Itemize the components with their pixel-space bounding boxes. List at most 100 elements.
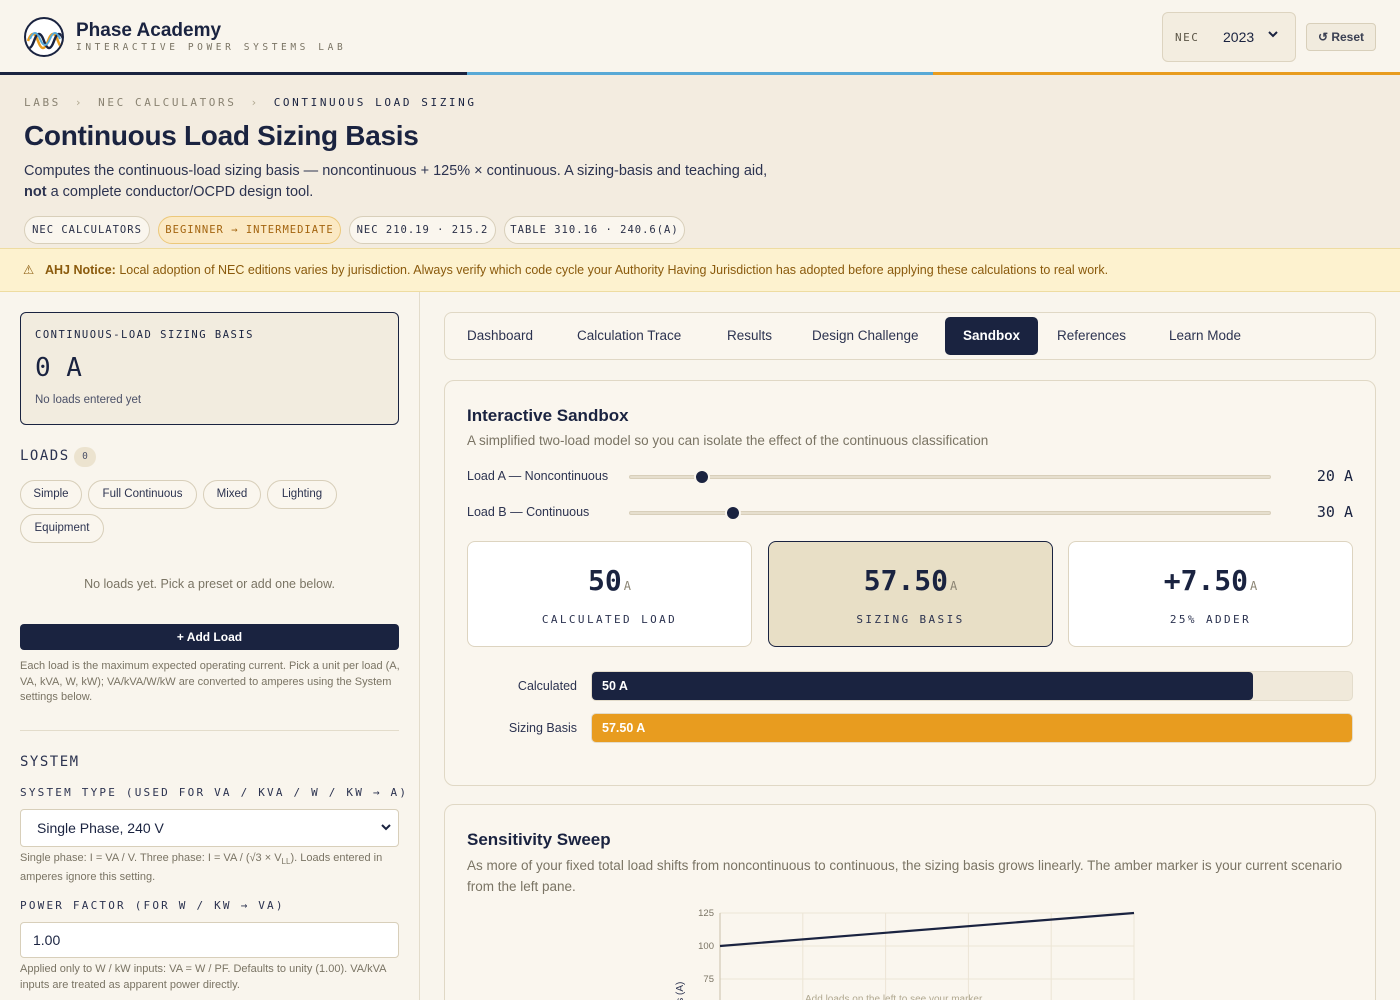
- bar-sizing-basis-track: 57.50 A: [591, 713, 1353, 743]
- nec-edition-select[interactable]: NEC 2023: [1162, 12, 1296, 62]
- stat-adder-value: +7.50 A: [1069, 564, 1352, 597]
- tag-nec-calculators: NEC CALCULATORS: [24, 216, 150, 244]
- sizing-basis-card-value: 0 A: [35, 353, 82, 383]
- bar-calculated-fill: 50 A: [592, 672, 1253, 700]
- load-a-label: Load A — Noncontinuous: [467, 469, 609, 483]
- power-factor-label: POWER FACTOR (FOR W / KW → VA): [20, 899, 285, 912]
- tab-bar: Dashboard Calculation Trace Results Desi…: [444, 312, 1376, 360]
- preset-simple-button[interactable]: Simple: [20, 480, 82, 509]
- load-b-label: Load B — Continuous: [467, 505, 590, 519]
- tab-references[interactable]: References: [1039, 317, 1144, 355]
- power-factor-help: Applied only to W / kW inputs: VA = W / …: [20, 963, 386, 991]
- page-description-part1: Computes the continuous-load sizing basi…: [24, 163, 768, 179]
- chart-y-axis-label: is (A): [675, 982, 686, 1000]
- system-type-help-a: Single phase: I = VA / V. Three phase: I…: [20, 852, 282, 864]
- page-hero: LABS › NEC CALCULATORS › CONTINUOUS LOAD SIZ…: [0, 75, 1400, 248]
- ahj-notice-label: AHJ Notice:: [45, 263, 116, 277]
- power-factor-input[interactable]: 1.00: [20, 922, 399, 958]
- ahj-notice-banner: ⚠ AHJ Notice: Local adoption of NEC edit…: [0, 248, 1400, 292]
- breadcrumb-current: CONTINUOUS LOAD SIZING: [273, 96, 477, 109]
- chart-series-line: [719, 911, 1135, 948]
- nec-edition-value: 2023: [1223, 29, 1255, 45]
- chart-y-tick-label: 75: [703, 974, 714, 985]
- sizing-basis-card-label: CONTINUOUS-LOAD SIZING BASIS: [35, 329, 255, 341]
- section-divider: [20, 730, 399, 731]
- breadcrumb-labs[interactable]: LABS: [24, 96, 61, 109]
- brand-name: Phase Academy: [76, 20, 222, 41]
- load-a-slider[interactable]: [629, 469, 1271, 485]
- add-load-button[interactable]: + Add Load: [20, 624, 399, 650]
- tab-dashboard[interactable]: Dashboard: [449, 317, 551, 355]
- preset-lighting-button[interactable]: Lighting: [267, 480, 337, 509]
- stat-calculated-load-caption: CALCULATED LOAD: [541, 613, 678, 626]
- left-pane: CONTINUOUS-LOAD SIZING BASIS 0 A No load…: [0, 292, 420, 1000]
- sensitivity-sweep-chart: 75 100 125 is (A) Add loads on the left to s…: [675, 908, 1135, 1000]
- stat-sizing-basis-value: 57.50 A: [769, 564, 1052, 597]
- bar-calculated-label: Calculated: [517, 679, 577, 693]
- warning-icon: ⚠: [23, 263, 35, 277]
- preset-mixed-button[interactable]: Mixed: [203, 480, 261, 509]
- stat-sizing-basis-caption: SIZING BASIS: [856, 613, 965, 626]
- stat-calculated-load-value: 50 A: [468, 564, 751, 597]
- sensitivity-sweep-panel: Sensitivity Sweep As more of your fixed …: [444, 804, 1376, 1000]
- load-b-slider[interactable]: [629, 505, 1271, 521]
- stat-adder: +7.50 A 25% ADDER: [1068, 541, 1353, 647]
- chart-overlay-text: Add loads on the left to see your marker: [805, 994, 983, 1000]
- stat-value: +7.50: [1163, 564, 1249, 597]
- page-description-bold: not: [24, 184, 47, 200]
- chevron-right-icon: ›: [250, 96, 260, 109]
- sandbox-panel: Interactive Sandbox A simplified two-loa…: [444, 380, 1376, 786]
- bar-sizing-basis-fill: 57.50 A: [592, 714, 1352, 742]
- chevron-down-icon: [1267, 28, 1279, 43]
- system-type-select[interactable]: Single Phase, 240 V: [20, 809, 399, 847]
- ahj-notice-text: AHJ Notice: Local adoption of NEC editio…: [45, 249, 1108, 291]
- stat-value: 57.50: [863, 564, 949, 597]
- ahj-notice-body: Local adoption of NEC editions varies by…: [119, 263, 1109, 277]
- page-description-part2: a complete conductor/OCPD design tool.: [50, 184, 314, 200]
- bar-sizing-basis-label: Sizing Basis: [508, 721, 577, 735]
- brand-tagline: INTERACTIVE POWER SYSTEMS LAB: [76, 42, 347, 53]
- loads-empty-message: No loads yet. Pick a preset or add one b…: [84, 577, 335, 591]
- nec-edition-label: NEC: [1175, 31, 1200, 44]
- tab-learn-mode[interactable]: Learn Mode: [1151, 317, 1259, 355]
- breadcrumb-nec-calculators[interactable]: NEC CALCULATORS: [98, 96, 236, 109]
- tag-tables: TABLE 310.16 · 240.6(A): [504, 216, 685, 244]
- stat-unit: A: [1250, 579, 1258, 593]
- top-bar: Phase Academy INTERACTIVE POWER SYSTEMS …: [0, 0, 1400, 72]
- sizing-basis-card-sub: No loads entered yet: [35, 394, 142, 406]
- load-a-value: 20 A: [1316, 467, 1353, 485]
- load-a-slider-thumb[interactable]: [693, 469, 710, 485]
- page-description: Computes the continuous-load sizing basi…: [24, 161, 784, 203]
- tab-calculation-trace[interactable]: Calculation Trace: [559, 317, 699, 355]
- sizing-basis-card: CONTINUOUS-LOAD SIZING BASIS 0 A No load…: [20, 312, 399, 425]
- chart-y-tick-label: 125: [698, 908, 714, 919]
- preset-equipment-button[interactable]: Equipment: [20, 514, 104, 543]
- tab-design-challenge[interactable]: Design Challenge: [794, 317, 937, 355]
- reset-button[interactable]: ↺ Reset: [1306, 23, 1376, 51]
- stat-value: 50: [588, 564, 622, 597]
- chart-y-tick-label: 100: [698, 941, 714, 952]
- stat-calculated-load: 50 A CALCULATED LOAD: [467, 541, 752, 647]
- chevron-right-icon: ›: [74, 96, 85, 109]
- system-type-value: Single Phase, 240 V: [37, 820, 164, 836]
- system-heading: SYSTEM: [20, 754, 80, 770]
- phase-academy-logo-icon[interactable]: [24, 17, 64, 57]
- tag-level: BEGINNER → INTERMEDIATE: [158, 216, 341, 244]
- tab-sandbox[interactable]: Sandbox: [945, 317, 1039, 355]
- add-load-help: Each load is the maximum expected operat…: [20, 660, 400, 703]
- load-b-slider-thumb[interactable]: [725, 505, 742, 521]
- loads-count-badge: 0: [74, 447, 96, 467]
- load-b-value: 30 A: [1316, 503, 1353, 521]
- bar-calculated-track: 50 A: [591, 671, 1353, 701]
- loads-heading: LOADS: [20, 448, 70, 464]
- preset-full-continuous-button[interactable]: Full Continuous: [88, 480, 197, 509]
- sandbox-title: Interactive Sandbox: [467, 406, 629, 425]
- breadcrumb: LABS › NEC CALCULATORS › CONTINUOUS LOAD SIZ…: [24, 96, 477, 109]
- tag-nec-sections: NEC 210.19 · 215.2: [349, 216, 496, 244]
- tab-results[interactable]: Results: [709, 317, 790, 355]
- stat-adder-caption: 25% ADDER: [1169, 613, 1252, 626]
- system-type-label: SYSTEM TYPE (USED FOR VA / KVA / W / KW …: [20, 786, 409, 799]
- stat-unit: A: [623, 579, 631, 593]
- stat-sizing-basis: 57.50 A SIZING BASIS: [768, 541, 1053, 647]
- page-title: Continuous Load Sizing Basis: [24, 120, 419, 151]
